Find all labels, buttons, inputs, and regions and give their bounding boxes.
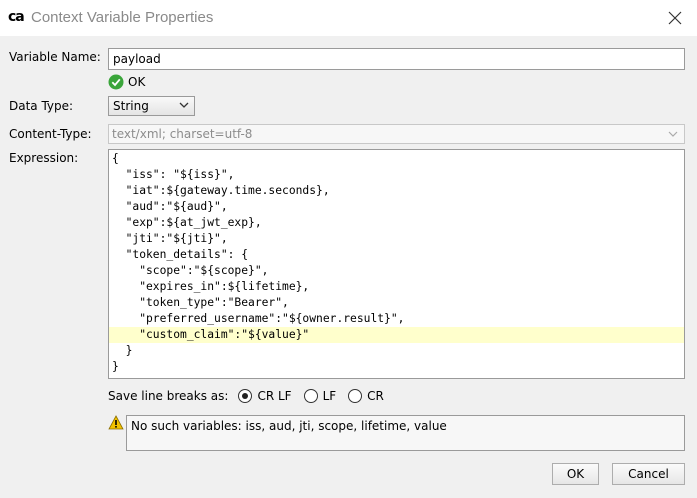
code-line: "aud":"${aud}", <box>112 200 228 213</box>
content-type-combobox[interactable]: text/xml; charset=utf-8 <box>108 124 685 144</box>
warning-message-box: No such variables: iss, aud, jti, scope,… <box>126 415 685 451</box>
radio-circle <box>303 389 318 403</box>
radio-label: LF <box>322 389 337 403</box>
data-type-label: Data Type: <box>9 99 74 113</box>
code-line-highlighted: "custom_claim":"${value}" <box>109 327 684 343</box>
data-type-value: String <box>113 99 149 113</box>
code-line: "iat":${gateway.time.seconds}, <box>112 184 330 197</box>
code-line: "scope":"${scope}", <box>112 264 269 277</box>
radio-circle <box>348 389 363 403</box>
radio-lf[interactable]: LF <box>303 389 337 403</box>
code-line: } <box>112 360 119 373</box>
chevron-down-icon <box>179 102 189 108</box>
variable-name-label: Variable Name: <box>9 50 101 64</box>
warning-message: No such variables: iss, aud, jti, scope,… <box>131 419 447 433</box>
variable-name-input[interactable]: payload <box>108 48 685 70</box>
status-ok-text: OK <box>128 75 146 89</box>
code-line: "exp":${at_jwt_exp}, <box>112 216 262 229</box>
cancel-button[interactable]: Cancel <box>612 463 685 485</box>
check-circle-icon <box>108 74 124 90</box>
window-title: Context Variable Properties <box>31 9 214 26</box>
expression-editor[interactable]: { "iss": "${iss}", "iat":${gateway.time.… <box>108 149 685 379</box>
radio-circle <box>238 389 253 403</box>
close-button[interactable] <box>663 6 687 30</box>
code-line: "iss": "${iss}", <box>112 168 235 181</box>
code-line: { <box>112 152 119 165</box>
radio-label: CR LF <box>257 389 292 403</box>
code-line: "token_type":"Bearer", <box>112 296 289 309</box>
ok-button[interactable]: OK <box>552 463 599 485</box>
app-logo: ca <box>8 9 25 25</box>
radio-label: CR <box>367 389 384 403</box>
code-line: "token_details": { <box>112 248 249 261</box>
code-line: "jti":"${jti}", <box>112 232 228 245</box>
warning-icon <box>108 415 124 430</box>
data-type-select[interactable]: String <box>108 96 195 116</box>
line-breaks-group: Save line breaks as: CR LF LF CR <box>108 387 396 405</box>
code-line: } <box>112 344 133 357</box>
radio-crlf[interactable]: CR LF <box>238 389 292 403</box>
close-icon <box>668 11 682 25</box>
content-type-label: Content-Type: <box>9 127 92 141</box>
code-line: "expires_in":${lifetime}, <box>112 280 310 293</box>
content-type-value: text/xml; charset=utf-8 <box>112 127 253 141</box>
chevron-down-icon <box>668 131 678 137</box>
title-bar: ca Context Variable Properties <box>0 0 697 36</box>
variable-name-status: OK <box>108 74 145 90</box>
code-line: "preferred_username":"${owner.result}", <box>112 312 405 325</box>
radio-cr[interactable]: CR <box>348 389 384 403</box>
line-breaks-label: Save line breaks as: <box>108 389 229 403</box>
expression-label: Expression: <box>9 151 79 165</box>
